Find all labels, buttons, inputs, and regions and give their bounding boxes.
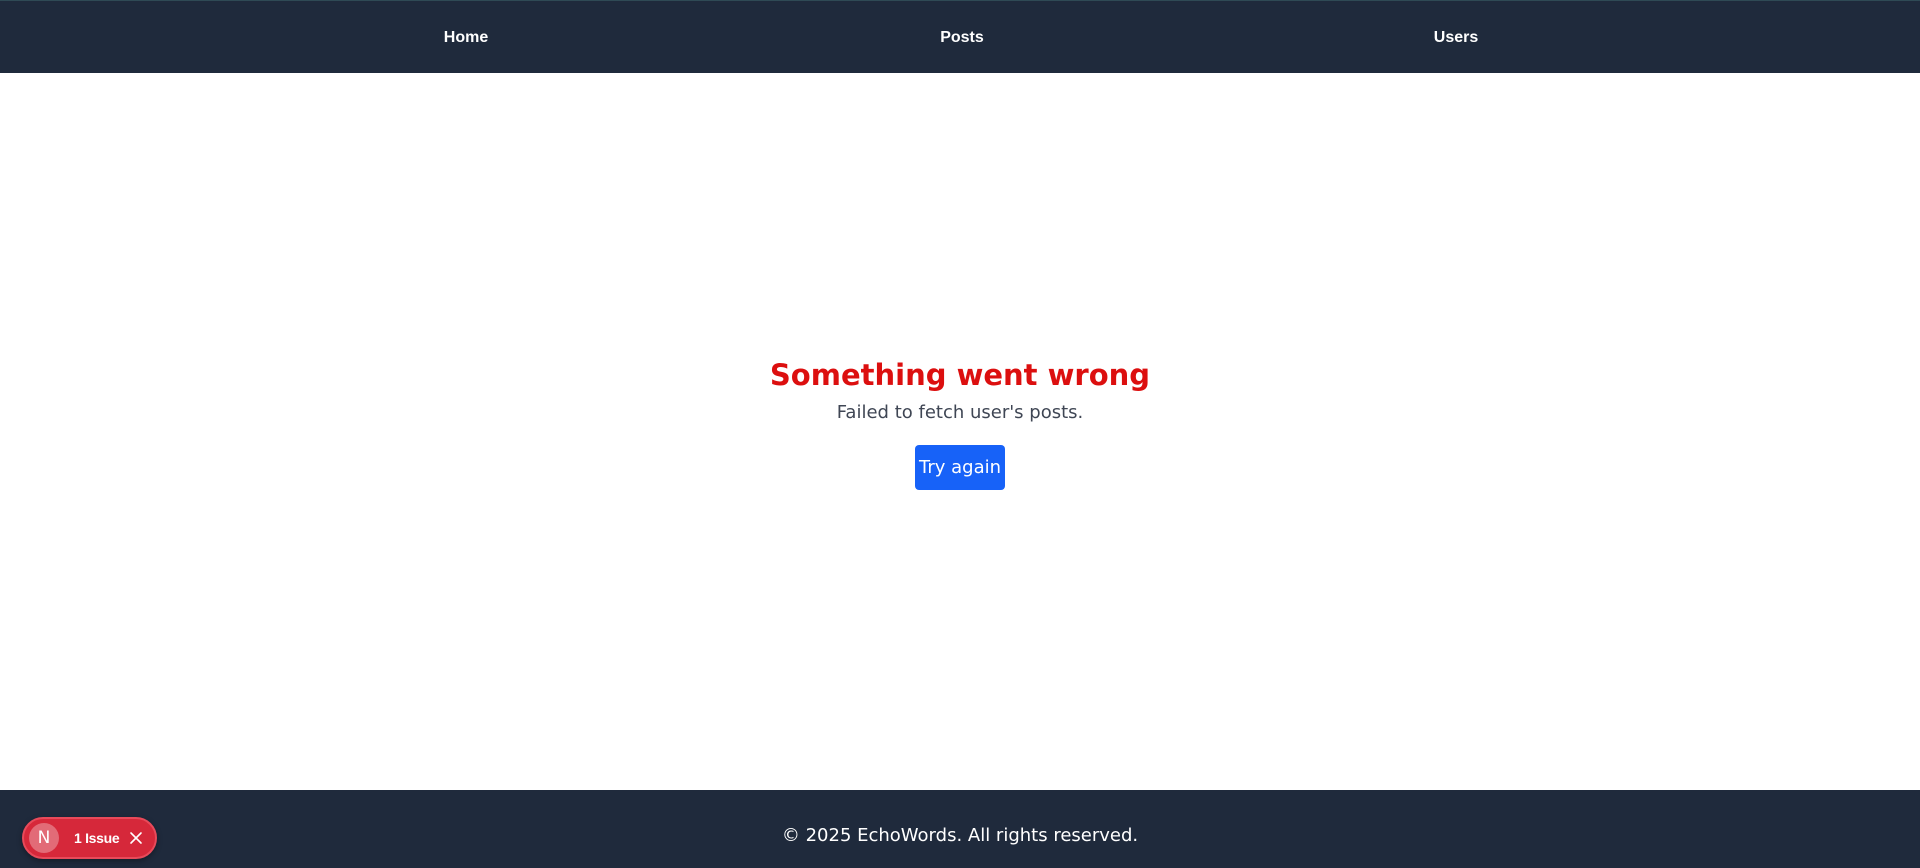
copyright-text: © 2025 EchoWords. All rights reserved. xyxy=(781,825,1139,846)
nav-link-posts[interactable]: Posts xyxy=(940,1,984,74)
nav-link-users[interactable]: Users xyxy=(1434,1,1478,74)
nav-link-home[interactable]: Home xyxy=(444,1,488,74)
issues-count-label[interactable]: 1 Issue xyxy=(74,819,120,857)
top-navigation: Home Posts Users xyxy=(0,0,1920,73)
error-title: Something went wrong xyxy=(769,358,1151,392)
dev-issues-badge[interactable]: N 1 Issue xyxy=(22,817,157,859)
footer: © 2025 EchoWords. All rights reserved. xyxy=(0,790,1920,868)
error-panel: Something went wrong Failed to fetch use… xyxy=(0,355,1920,490)
error-message: Failed to fetch user's posts. xyxy=(836,402,1084,423)
close-icon[interactable] xyxy=(128,830,144,846)
nextjs-logo-icon: N xyxy=(29,823,59,853)
page: Home Posts Users Something went wrong Fa… xyxy=(0,0,1920,868)
try-again-button[interactable]: Try again xyxy=(915,445,1005,490)
